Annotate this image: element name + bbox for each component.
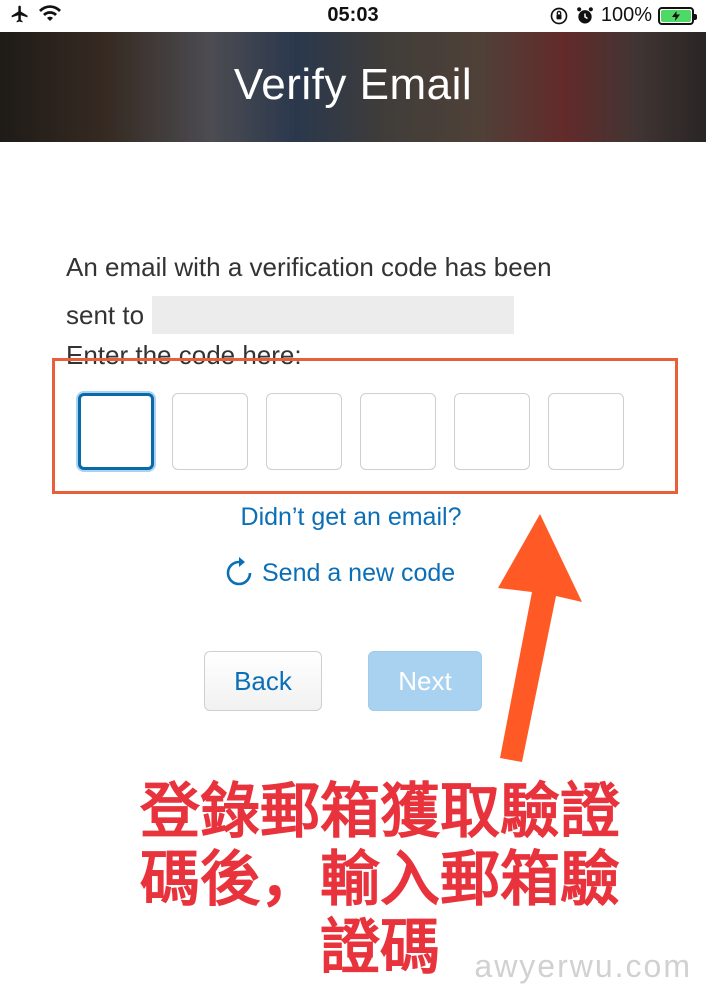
charging-bolt-icon	[661, 9, 691, 22]
caption-line-2: 碼後，輸入郵箱驗	[140, 845, 620, 915]
header-banner: Verify Email	[0, 32, 706, 142]
send-new-code-link[interactable]: Send a new code	[222, 556, 455, 590]
next-button[interactable]: Next	[368, 651, 482, 711]
status-right-icons: 100%	[549, 4, 697, 27]
didnt-get-email-link[interactable]: Didn’t get an email?	[0, 503, 706, 532]
page-title: Verify Email	[233, 60, 473, 109]
battery-percent: 100%	[600, 4, 652, 26]
annotation-arrow	[498, 514, 582, 762]
watermark: awyerwu.com	[474, 948, 692, 984]
verification-message-line2: sent to	[66, 296, 515, 334]
caption-line-1: 登錄郵箱獲取驗證	[140, 777, 620, 847]
alarm-icon	[576, 6, 593, 23]
send-new-code-text: Send a new code	[262, 558, 456, 587]
didnt-get-email-text: Didn’t get an email?	[240, 503, 462, 531]
status-bar: 05:03 100%	[0, 0, 706, 32]
orientation-lock-icon	[550, 7, 568, 24]
back-button[interactable]: Back	[204, 651, 322, 711]
verification-message-line1: An email with a verification code has be…	[66, 252, 552, 282]
battery-icon	[658, 6, 697, 25]
redacted-email	[152, 296, 515, 334]
sent-to-label: sent to	[66, 299, 145, 330]
refresh-icon	[226, 557, 252, 586]
annotation-highlight-box	[52, 358, 678, 494]
